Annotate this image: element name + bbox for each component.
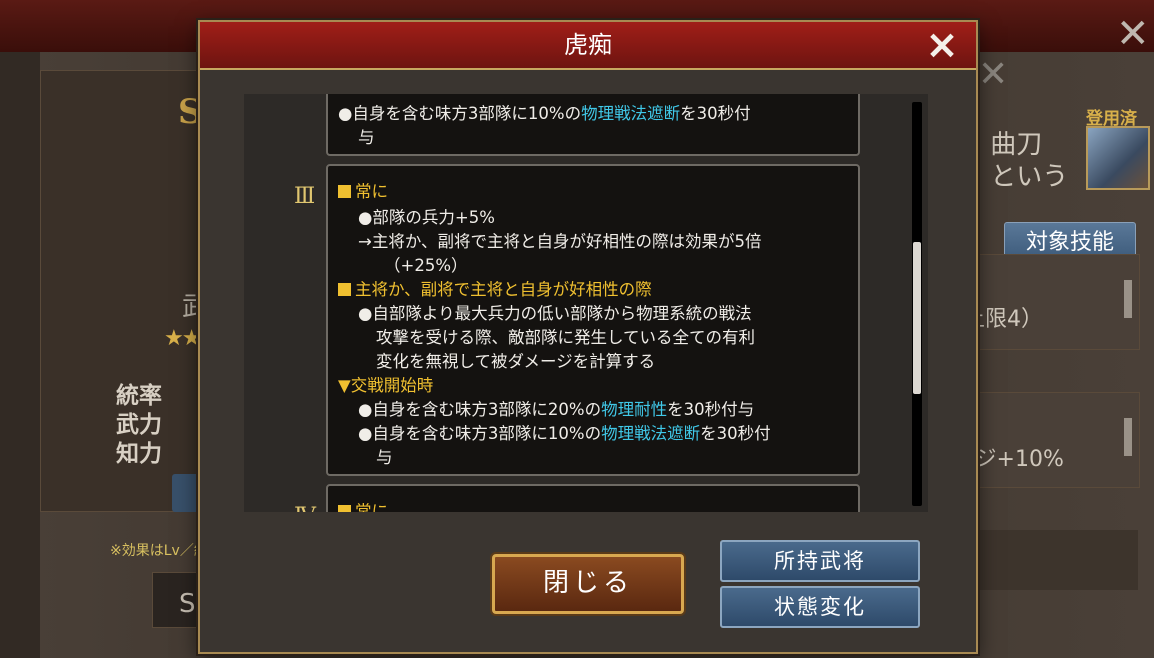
skill-effect-line: ●部隊の兵力+5% <box>358 208 495 227</box>
skill-detail-dialog: 虎痴 × ●自身を含む味方3部隊に10%の物理戦法遮断を30秒付 与 Ⅲ 常に … <box>198 20 978 654</box>
skill-effect-line: ●自身を含む味方3部隊に10%の物理戦法遮断を30秒付 <box>338 104 751 123</box>
skill-effect-line: 攻撃を受ける際、敵部隊に発生している全ての有利 <box>376 328 756 347</box>
skill-effect-line: 与 <box>358 128 375 147</box>
skill-scroll-content[interactable]: ●自身を含む味方3部隊に10%の物理戦法遮断を30秒付 与 Ⅲ 常に ●部隊の兵… <box>244 94 916 512</box>
skill-level-card: 常に ●部隊の兵力+5% →主将か、副将で主将と自身が好相性の際は効果が5倍 （… <box>326 164 860 476</box>
background-scroll-indicator-2 <box>1124 418 1132 456</box>
skill-effect-line: →主将か、副将で主将と自身が好相性の際は効果が5倍 <box>358 232 762 251</box>
condition-header: 主将か、副将で主将と自身が好相性の際 <box>338 276 652 300</box>
skill-effect-line: 与 <box>376 448 393 467</box>
tier-label: Ⅳ <box>294 504 316 512</box>
skill-effect-line: 変化を無視して被ダメージを計算する <box>376 352 656 371</box>
general-portrait-avatar[interactable] <box>1086 126 1150 190</box>
background-close-icon[interactable]: ✕ <box>1116 14 1150 54</box>
background-left-edge <box>0 52 40 658</box>
condition-header: 常に <box>338 498 388 512</box>
tier-label: Ⅲ <box>294 184 316 209</box>
scrollbar-thumb[interactable] <box>913 242 921 394</box>
skill-effect-line: ●自身を含む味方3部隊に20%の物理耐性を30秒付与 <box>358 400 755 419</box>
close-icon[interactable]: × <box>920 24 964 68</box>
background-close-icon-secondary: ✕ <box>978 54 1009 95</box>
condition-marker-icon <box>338 185 351 198</box>
dialog-header: 虎痴 × <box>200 22 976 70</box>
stat-label-intelligence: 知力 <box>116 440 162 467</box>
close-button[interactable]: 閉じる <box>492 554 684 614</box>
status-change-button[interactable]: 状態変化 <box>720 586 920 628</box>
condition-marker-icon <box>338 505 351 512</box>
content-scrollbar[interactable] <box>912 102 922 506</box>
background-scroll-indicator <box>1124 280 1132 318</box>
skill-level-card: ●自身を含む味方3部隊に10%の物理戦法遮断を30秒付 与 <box>326 94 860 156</box>
owned-generals-button[interactable]: 所持武将 <box>720 540 920 582</box>
skill-content-area[interactable]: ●自身を含む味方3部隊に10%の物理戦法遮断を30秒付 与 Ⅲ 常に ●部隊の兵… <box>244 94 928 512</box>
trigger-header: ▼交戦開始時 <box>338 376 434 395</box>
skill-effect-line: ●自部隊より最大兵力の低い部隊から物理系統の戦法 <box>358 304 752 323</box>
dialog-title: 虎痴 <box>564 31 612 59</box>
condition-header: 常に <box>338 178 388 202</box>
condition-marker-icon <box>338 283 351 296</box>
skill-effect-line: ●自身を含む味方3部隊に10%の物理戦法遮断を30秒付 <box>358 424 771 443</box>
skill-level-card: 常に <box>326 484 860 512</box>
skill-effect-line: （+25%） <box>384 256 468 275</box>
